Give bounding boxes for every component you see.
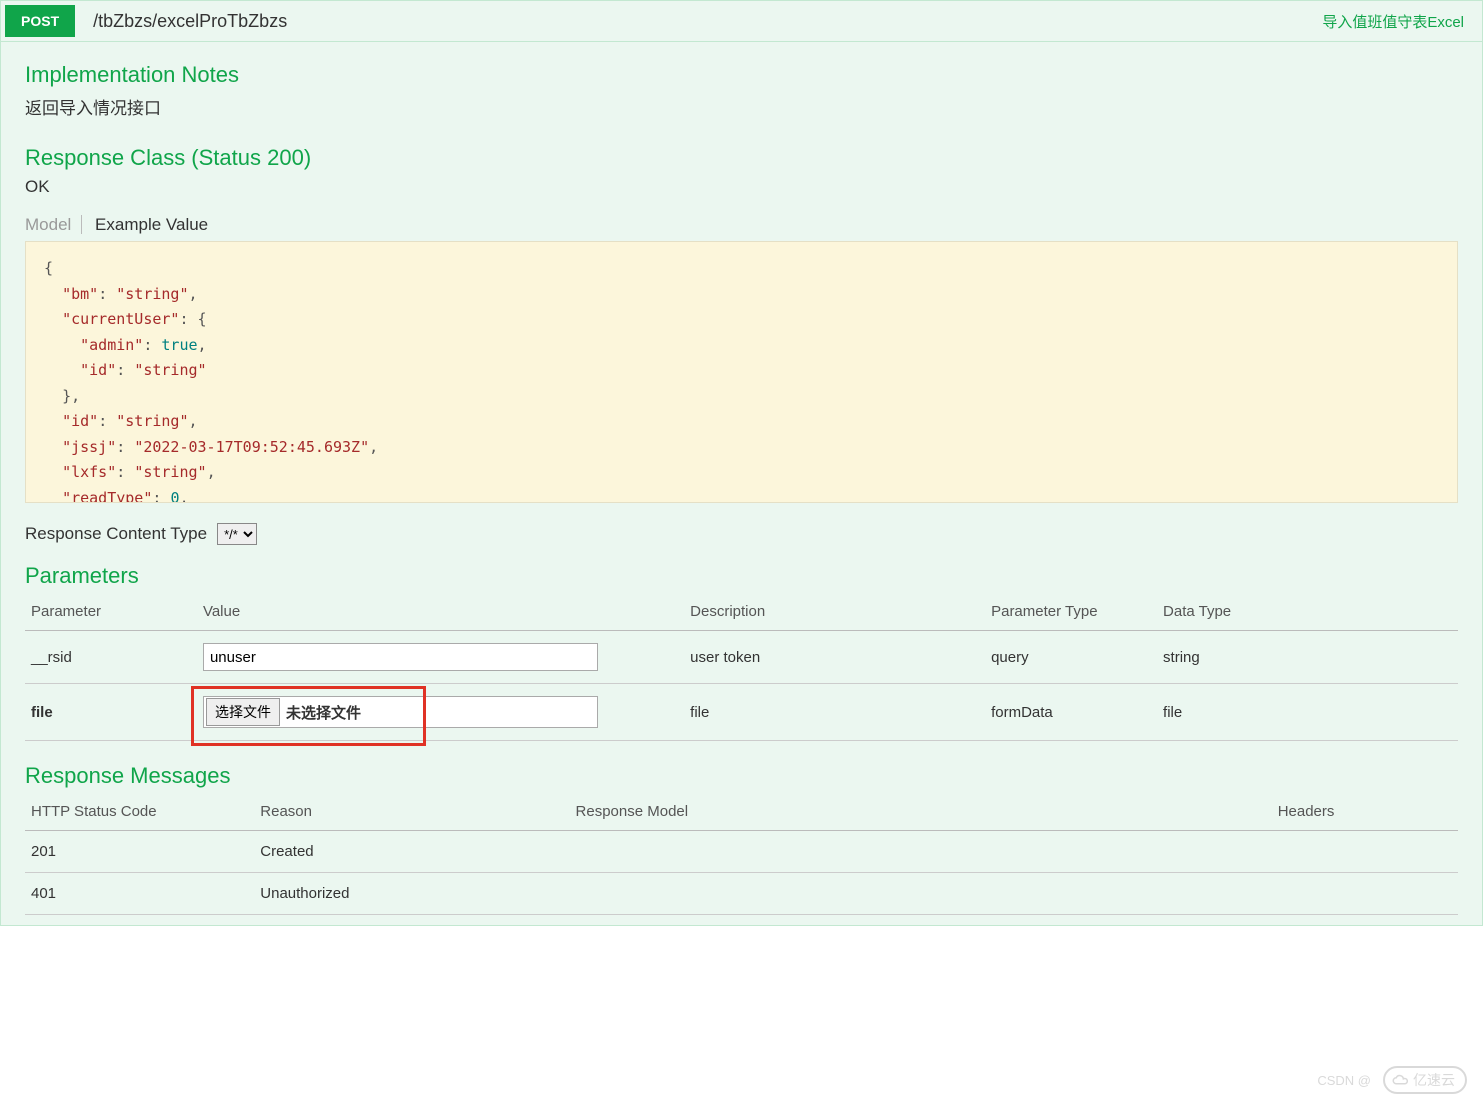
watermark-brand-text: 亿速云: [1413, 1070, 1455, 1090]
endpoint-path[interactable]: /tbZbzs/excelProTbZbzs: [75, 11, 1322, 32]
param-name: file: [25, 684, 197, 741]
resp-status-code: 401: [25, 873, 254, 915]
params-header-ptype: Parameter Type: [985, 595, 1157, 631]
choose-file-button[interactable]: 选择文件: [206, 698, 280, 726]
table-row: 201Created: [25, 831, 1458, 873]
operation-header[interactable]: POST /tbZbzs/excelProTbZbzs 导入值班值守表Excel: [1, 1, 1482, 42]
response-messages-title: Response Messages: [25, 763, 1458, 789]
tab-example-value[interactable]: Example Value: [95, 215, 208, 234]
param-data-type: string: [1157, 631, 1458, 684]
operation-panel: POST /tbZbzs/excelProTbZbzs 导入值班值守表Excel…: [0, 0, 1483, 926]
response-content-type-row: Response Content Type */*: [25, 523, 1458, 545]
table-row: __rsid user tokenquerystring: [25, 631, 1458, 684]
resp-reason: Unauthorized: [254, 873, 569, 915]
watermark: CSDN @ 亿速云: [1317, 1066, 1467, 1094]
watermark-brand-badge: 亿速云: [1383, 1066, 1467, 1094]
param-text-input[interactable]: [203, 643, 598, 671]
resp-status-code: 201: [25, 831, 254, 873]
param-description: user token: [684, 631, 985, 684]
response-messages-table: HTTP Status Code Reason Response Model H…: [25, 795, 1458, 915]
param-name: __rsid: [25, 631, 197, 684]
tab-model[interactable]: Model: [25, 215, 82, 234]
resp-reason: Created: [254, 831, 569, 873]
table-row: file选择文件未选择文件fileformDatafile: [25, 684, 1458, 741]
resp-header-headers: Headers: [1272, 795, 1458, 831]
resp-model: [570, 873, 1272, 915]
watermark-csdn: CSDN @: [1317, 1073, 1371, 1088]
resp-headers: [1272, 873, 1458, 915]
implementation-notes-text: 返回导入情况接口: [25, 94, 1458, 119]
implementation-notes-title: Implementation Notes: [25, 62, 1458, 88]
response-content-type-select[interactable]: */*: [217, 523, 257, 545]
param-value-cell: 选择文件未选择文件: [197, 684, 684, 741]
resp-headers: [1272, 831, 1458, 873]
response-class-title: Response Class (Status 200): [25, 145, 1458, 171]
operation-summary-link[interactable]: 导入值班值守表Excel: [1322, 11, 1482, 32]
cloud-icon: [1391, 1073, 1409, 1087]
param-type: formData: [985, 684, 1157, 741]
operation-content: Implementation Notes 返回导入情况接口 Response C…: [1, 42, 1482, 925]
params-header-dtype: Data Type: [1157, 595, 1458, 631]
response-content-type-label: Response Content Type: [25, 524, 207, 544]
params-header-parameter: Parameter: [25, 595, 197, 631]
resp-header-model: Response Model: [570, 795, 1272, 831]
resp-header-reason: Reason: [254, 795, 569, 831]
table-row: 401Unauthorized: [25, 873, 1458, 915]
resp-header-status: HTTP Status Code: [25, 795, 254, 831]
file-status-text: 未选择文件: [286, 702, 361, 723]
example-value-container: { "bm": "string", "currentUser": { "admi…: [25, 241, 1458, 503]
params-header-description: Description: [684, 595, 985, 631]
params-header-value: Value: [197, 595, 684, 631]
parameters-title: Parameters: [25, 563, 1458, 589]
example-value-json[interactable]: { "bm": "string", "currentUser": { "admi…: [26, 242, 1457, 502]
param-description: file: [684, 684, 985, 741]
response-status-text: OK: [25, 177, 1458, 197]
param-value-cell: [197, 631, 684, 684]
model-example-tabs: Model Example Value: [25, 215, 1458, 235]
http-method-badge: POST: [5, 5, 75, 37]
param-file-input[interactable]: 选择文件未选择文件: [203, 696, 598, 728]
parameters-table: Parameter Value Description Parameter Ty…: [25, 595, 1458, 741]
param-type: query: [985, 631, 1157, 684]
param-data-type: file: [1157, 684, 1458, 741]
resp-model: [570, 831, 1272, 873]
